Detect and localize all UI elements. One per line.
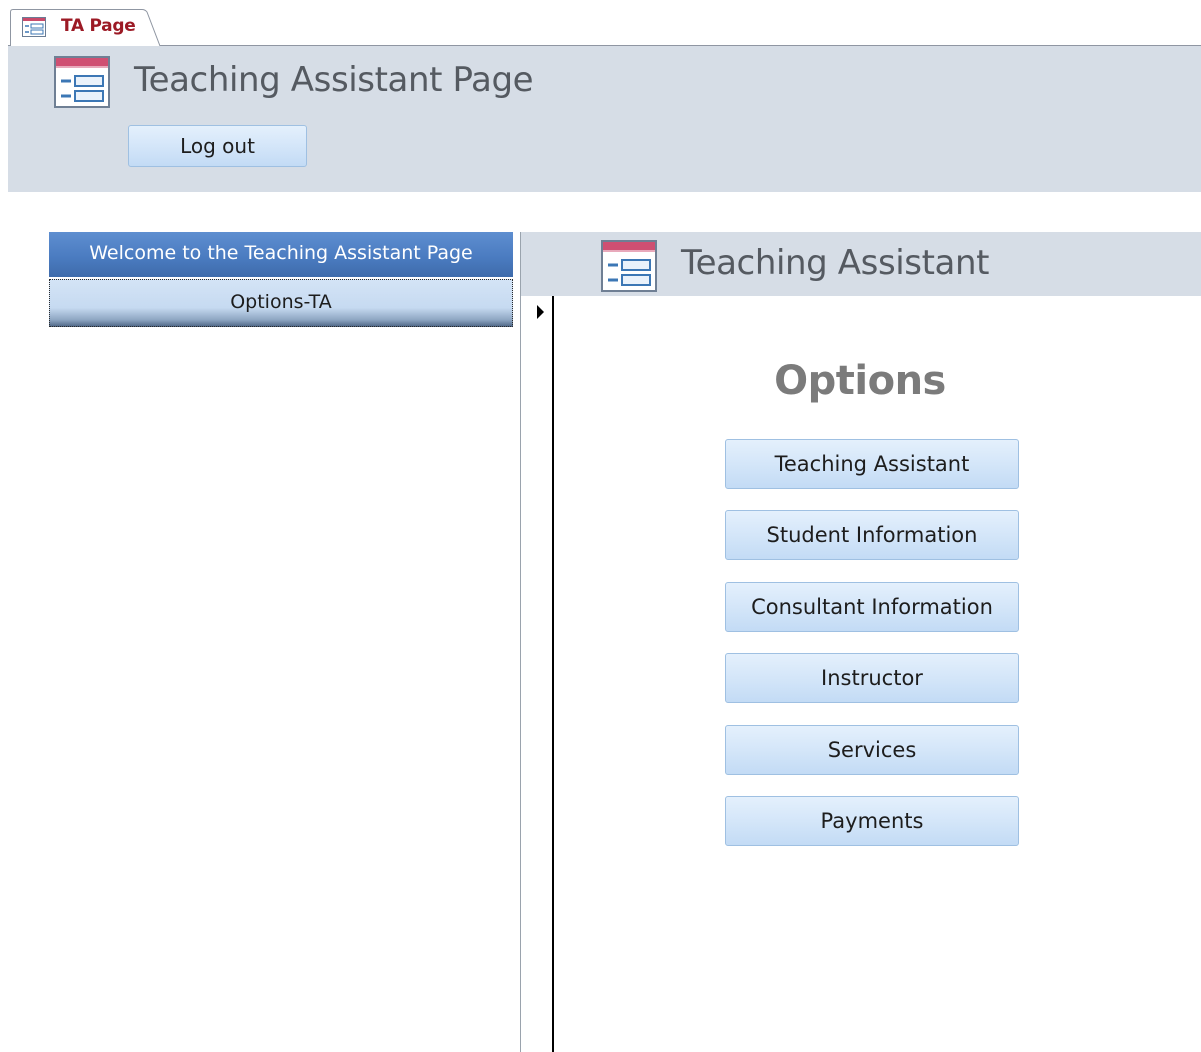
- teaching-assistant-button[interactable]: Teaching Assistant: [725, 439, 1019, 489]
- record-selector[interactable]: [521, 296, 554, 1052]
- form-icon: [22, 17, 46, 41]
- student-information-button[interactable]: Student Information: [725, 510, 1019, 560]
- nav-item-options-ta[interactable]: Options-TA: [49, 279, 513, 327]
- navigation-header: Welcome to the Teaching Assistant Page: [49, 232, 513, 277]
- services-button[interactable]: Services: [725, 725, 1019, 775]
- consultant-information-button[interactable]: Consultant Information: [725, 582, 1019, 632]
- tab-label: TA Page: [61, 16, 136, 36]
- form-icon: [54, 56, 110, 112]
- form-header: Teaching Assistant Page Log out: [8, 46, 1201, 192]
- document-tab-strip: TA Page: [0, 0, 1201, 46]
- tab-ta-page[interactable]: TA Page: [10, 9, 160, 46]
- logout-button[interactable]: Log out: [128, 125, 307, 167]
- subform-header: Teaching Assistant: [521, 232, 1201, 296]
- payments-button[interactable]: Payments: [725, 796, 1019, 846]
- options-heading: Options: [774, 358, 946, 404]
- page-title: Teaching Assistant Page: [134, 60, 534, 100]
- subform-title: Teaching Assistant: [681, 243, 990, 283]
- form-icon: [601, 240, 657, 296]
- current-record-arrow-icon: [537, 305, 544, 319]
- instructor-button[interactable]: Instructor: [725, 653, 1019, 703]
